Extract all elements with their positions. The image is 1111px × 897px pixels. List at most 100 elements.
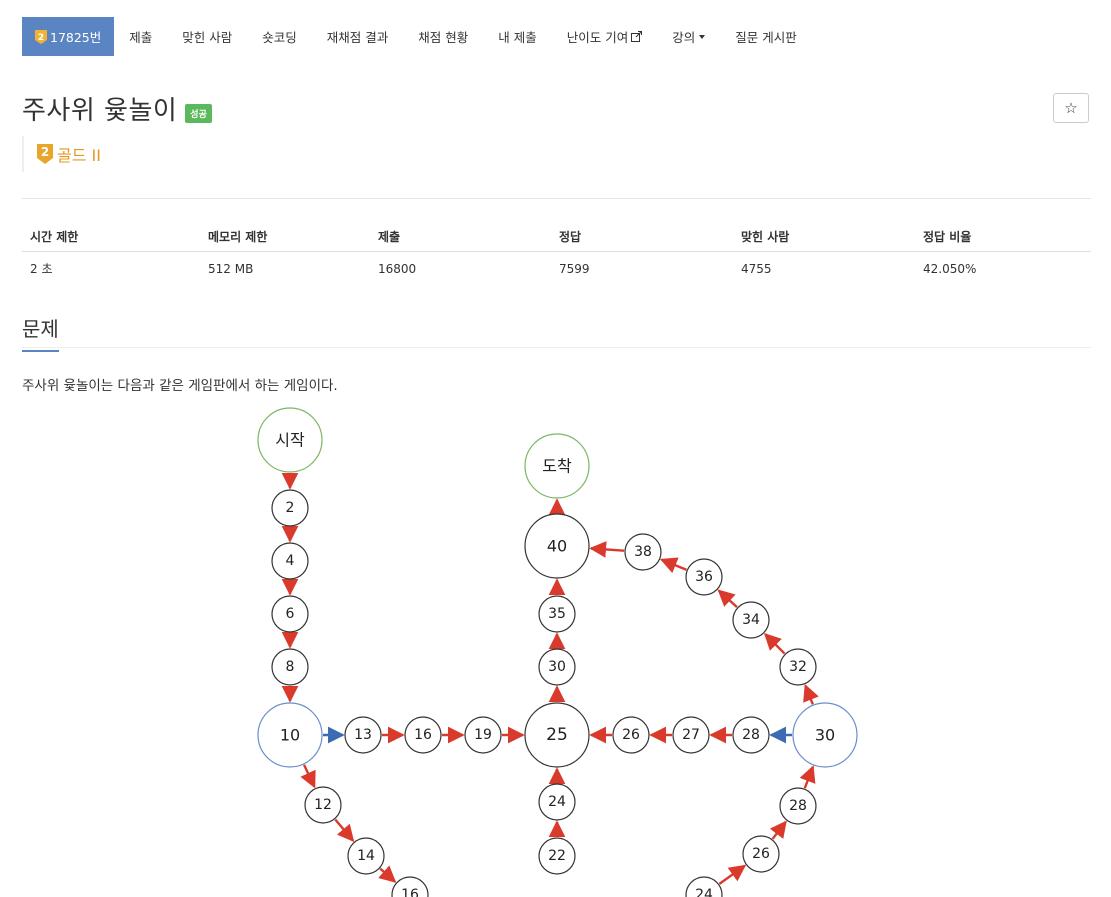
tab-lectures-label: 강의: [672, 30, 696, 45]
svg-text:2: 2: [38, 33, 44, 43]
tab-judge-status-label: 채점 현황: [418, 30, 469, 45]
favorite-star-button[interactable]: ☆: [1053, 93, 1089, 123]
board-node-label: 34: [742, 612, 760, 628]
board-node: 시작: [257, 407, 323, 473]
red-arrow: [803, 684, 819, 705]
board-node-label: 12: [314, 797, 332, 813]
board-node-label: 40: [547, 537, 567, 556]
header-accept-ratio: 정답 비율: [915, 222, 1091, 252]
status-badge: 성공: [185, 104, 212, 123]
board-node-label: 30: [815, 726, 835, 745]
tab-short-coding[interactable]: 숏코딩: [247, 17, 312, 56]
board-node: 16: [404, 716, 442, 754]
board-node-label: 16: [401, 887, 419, 897]
accept-ratio-value: 42.050%: [923, 261, 977, 276]
solved-users-value: 4755: [741, 261, 772, 276]
red-arrow: [334, 818, 355, 842]
board-node-label: 4: [286, 553, 295, 569]
tab-my-submissions-label: 내 제출: [498, 30, 537, 45]
section-divider: [22, 347, 1091, 348]
tab-difficulty-contribution[interactable]: 난이도 기여: [552, 17, 657, 56]
header-time-limit: 시간 제한: [22, 222, 200, 252]
tab-problem-label: 17825번: [50, 30, 102, 45]
divider: [22, 198, 1091, 199]
external-link-icon: [631, 31, 643, 42]
tab-my-submissions[interactable]: 내 제출: [483, 17, 551, 56]
board-node: 24: [538, 783, 576, 821]
board-node-label: 24: [548, 794, 566, 810]
tab-problem[interactable]: 2 17825번: [22, 17, 115, 56]
svg-text:2: 2: [41, 145, 49, 159]
board-node: 26: [742, 835, 780, 873]
board-node: 30: [792, 702, 858, 768]
board-node: 8: [271, 648, 309, 686]
board-node: 16: [391, 876, 429, 897]
board-node: 34: [732, 601, 770, 639]
board-node-label: 도착: [542, 457, 572, 476]
board-node: 도착: [524, 433, 590, 499]
tab-short-coding-label: 숏코딩: [262, 30, 297, 45]
gold-tier-icon: 2: [35, 29, 47, 44]
table-row: 2 초 512 MB 16800 7599 4755 42.050%: [22, 252, 1091, 286]
board-node-label: 6: [286, 606, 295, 622]
table-header-row: 시간 제한 메모리 제한 제출 정답 맞힌 사람 정답 비율: [22, 222, 1091, 252]
header-accepted: 정답: [551, 222, 733, 252]
tab-submit[interactable]: 제출: [114, 17, 167, 56]
chevron-down-icon: [699, 34, 706, 39]
board-node-label: 10: [280, 726, 300, 745]
board-node: 28: [732, 716, 770, 754]
board-node: 38: [624, 533, 662, 571]
red-arrow: [799, 765, 816, 789]
game-board-figure: 시작 2 4 6 8 10 12 14 16 13 16 19 25 26 27 28 30 24 22 30 35 40…: [0, 400, 1111, 897]
board-node-label: 32: [789, 659, 807, 675]
board-node-label: 16: [414, 727, 432, 743]
board-node: 30: [538, 648, 576, 686]
star-icon: ☆: [1064, 99, 1078, 117]
tab-judge-status[interactable]: 채점 현황: [403, 17, 483, 56]
tab-lectures[interactable]: 강의: [657, 17, 720, 56]
board-node-label: 24: [695, 887, 713, 897]
board-node-label: 35: [548, 606, 566, 622]
board-node: 2: [271, 489, 309, 527]
submissions-value: 16800: [378, 261, 417, 276]
board-node-label: 30: [548, 659, 566, 675]
red-arrow: [300, 764, 316, 789]
board-node: 6: [271, 595, 309, 633]
board-node: 24: [685, 876, 723, 897]
tier-label: 골드 II: [57, 146, 101, 165]
red-arrow: [589, 541, 625, 558]
board-node: 27: [672, 716, 710, 754]
tab-solved-users-label: 맞힌 사람: [182, 30, 233, 45]
tab-question-board-label: 질문 게시판: [735, 30, 797, 45]
board-node-label: 27: [682, 727, 700, 743]
tab-solved-users[interactable]: 맞힌 사람: [167, 17, 247, 56]
board-node: 32: [779, 648, 817, 686]
red-arrow: [717, 589, 738, 609]
tab-submit-label: 제출: [129, 30, 153, 45]
board-node-label: 8: [286, 659, 295, 675]
red-arrow: [769, 820, 787, 840]
board-node-label: 36: [695, 569, 713, 585]
header-memory-limit: 메모리 제한: [200, 222, 370, 252]
tab-question-board[interactable]: 질문 게시판: [720, 17, 811, 56]
board-node: 12: [304, 786, 342, 824]
board-node: 25: [524, 702, 590, 768]
accepted-value: 7599: [559, 261, 590, 276]
red-arrow: [718, 864, 747, 885]
board-node-label: 13: [354, 727, 372, 743]
board-node-label: 38: [634, 544, 652, 560]
board-node-label: 26: [752, 846, 770, 862]
board-node: 19: [464, 716, 502, 754]
tab-rejudge-results-label: 재채점 결과: [326, 30, 389, 45]
problem-description: 주사위 윷놀이는 다음과 같은 게임판에서 하는 게임이다.: [22, 378, 338, 394]
board-node-label: 22: [548, 848, 566, 864]
board-node-label: 28: [789, 798, 807, 814]
problem-nav: 2 17825번 제출 맞힌 사람 숏코딩 재채점 결과 채점 현황 내 제출 …: [22, 17, 812, 56]
board-node: 40: [524, 513, 590, 579]
tab-rejudge-results[interactable]: 재채점 결과: [312, 17, 403, 56]
board-node: 36: [685, 558, 723, 596]
problem-info-table: 시간 제한 메모리 제한 제출 정답 맞힌 사람 정답 비율 2 초 512 M…: [22, 222, 1091, 285]
tab-difficulty-label: 난이도 기여: [566, 30, 629, 45]
board-node-label: 28: [742, 727, 760, 743]
board-node-label: 26: [622, 727, 640, 743]
